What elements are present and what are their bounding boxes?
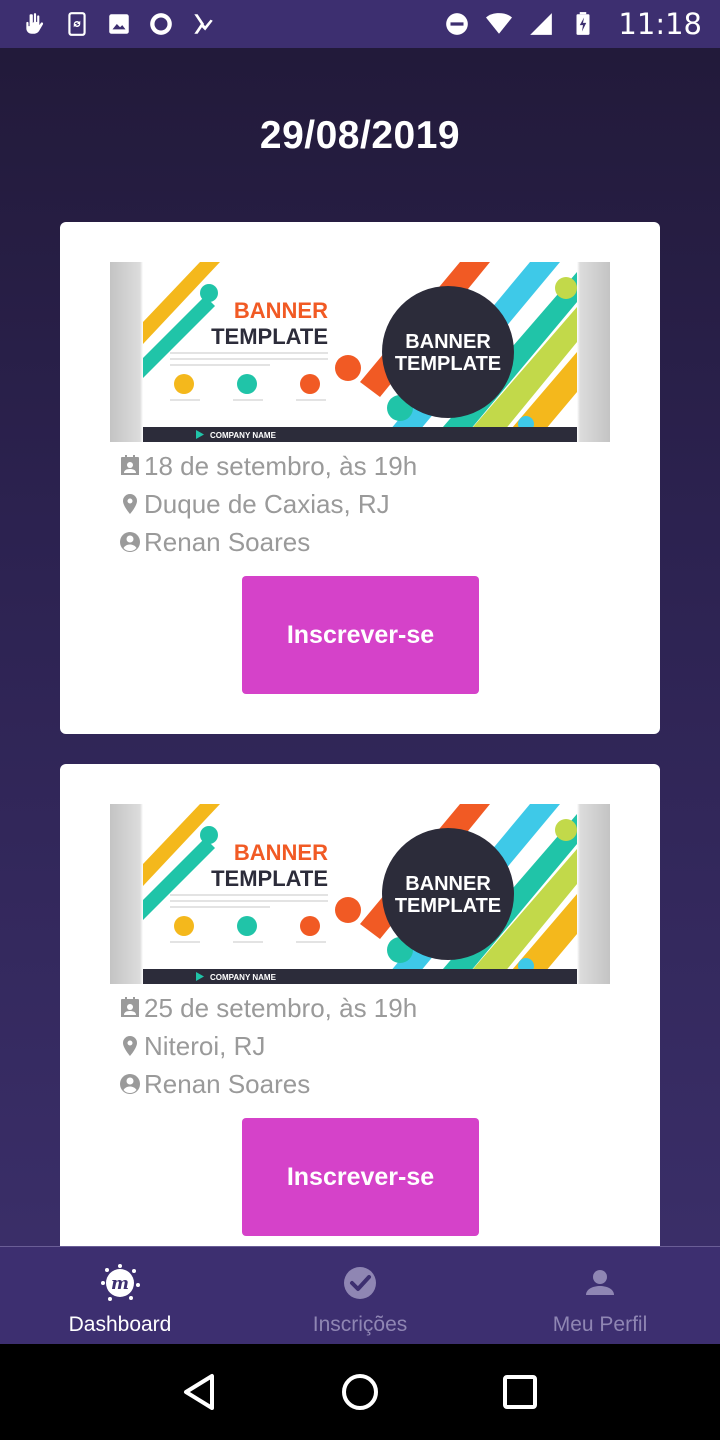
event-location-text: Duque de Caxias, RJ (144, 488, 390, 519)
banner-circle-line1: BANNER (405, 331, 491, 353)
meetup-logo-icon: m (101, 1264, 140, 1301)
event-location: Duque de Caxias, RJ (118, 486, 390, 522)
check-flag-icon (194, 14, 213, 34)
event-card: BANNER TEMPLATE BANNER TEMPLATE COMPANY … (60, 764, 660, 1246)
dashboard-content[interactable]: 29/08/2019 BANNER TEMPLATE BANNER TEMPLA… (0, 48, 720, 1246)
banner-heading-line2: TEMPLATE (211, 324, 328, 349)
account-circle-icon (120, 1074, 140, 1094)
nav-item-inscricoes[interactable]: Inscrições (240, 1247, 480, 1344)
banner-heading-line1: BANNER (234, 298, 328, 323)
event-location-text: Niteroi, RJ (144, 1030, 266, 1061)
location-pin-icon (123, 1036, 137, 1056)
banner-heading-line2: TEMPLATE (211, 866, 328, 891)
banner-footer: COMPANY NAME (210, 431, 277, 440)
status-time: 11:18 (618, 7, 702, 41)
nav-label-inscricoes: Inscrições (312, 1313, 408, 1336)
status-left-icons (22, 11, 216, 37)
calendar-person-icon (121, 455, 139, 475)
event-banner-image: BANNER TEMPLATE BANNER TEMPLATE COMPANY … (110, 804, 610, 984)
nav-item-dashboard[interactable]: m Dashboard (0, 1247, 240, 1344)
wifi-icon (486, 13, 513, 34)
back-icon[interactable] (178, 1370, 222, 1414)
image-icon (109, 14, 129, 34)
svg-text:m: m (111, 1274, 129, 1294)
event-organizer: Renan Soares (118, 1066, 310, 1102)
check-circle-icon (344, 1267, 376, 1299)
event-banner-image: BANNER TEMPLATE BANNER TEMPLATE COMPANY … (110, 262, 610, 442)
signal-icon (530, 13, 553, 35)
event-organizer-text: Renan Soares (144, 1068, 311, 1099)
event-date: 18 de setembro, às 19h (118, 448, 417, 484)
subscribe-button[interactable]: Inscrever-se (242, 1118, 479, 1236)
event-card: BANNER TEMPLATE BANNER TEMPLATE COMPANY … (60, 222, 660, 734)
location-pin-icon (123, 494, 137, 514)
banner-heading-line1: BANNER (234, 840, 328, 865)
event-organizer-text: Renan Soares (144, 526, 311, 557)
status-bar: 11:18 (0, 0, 720, 48)
subscribe-button[interactable]: Inscrever-se (242, 576, 479, 694)
banner-circle-line1: BANNER (405, 873, 491, 895)
nav-label-meu-perfil: Meu Perfil (552, 1313, 648, 1336)
home-icon[interactable] (338, 1370, 382, 1414)
banner-footer: COMPANY NAME (210, 973, 277, 982)
event-organizer: Renan Soares (118, 524, 310, 560)
event-location: Niteroi, RJ (118, 1028, 265, 1064)
recents-icon[interactable] (498, 1370, 542, 1414)
circle-record-icon (150, 13, 172, 35)
battery-charging-icon (576, 12, 590, 35)
event-date-text: 18 de setembro, às 19h (144, 450, 418, 481)
system-navigation-bar (0, 1344, 720, 1440)
nav-label-dashboard: Dashboard (68, 1313, 172, 1336)
sync-phone-icon (68, 12, 86, 36)
calendar-person-icon (121, 997, 139, 1017)
nav-item-meu-perfil[interactable]: Meu Perfil (480, 1247, 720, 1344)
account-circle-icon (120, 532, 140, 552)
banner-circle-line2: TEMPLATE (395, 895, 501, 917)
event-date-text: 25 de setembro, às 19h (144, 992, 418, 1023)
banner-circle-line2: TEMPLATE (395, 353, 501, 375)
event-date: 25 de setembro, às 19h (118, 990, 417, 1026)
gesture-icon (26, 13, 44, 34)
page-title: 29/08/2019 (259, 114, 461, 157)
do-not-disturb-icon (446, 13, 469, 35)
person-icon (586, 1270, 614, 1295)
status-right-icons: 11:18 (444, 7, 702, 41)
bottom-navigation: m Dashboard Inscrições Meu Perfil (0, 1246, 720, 1344)
